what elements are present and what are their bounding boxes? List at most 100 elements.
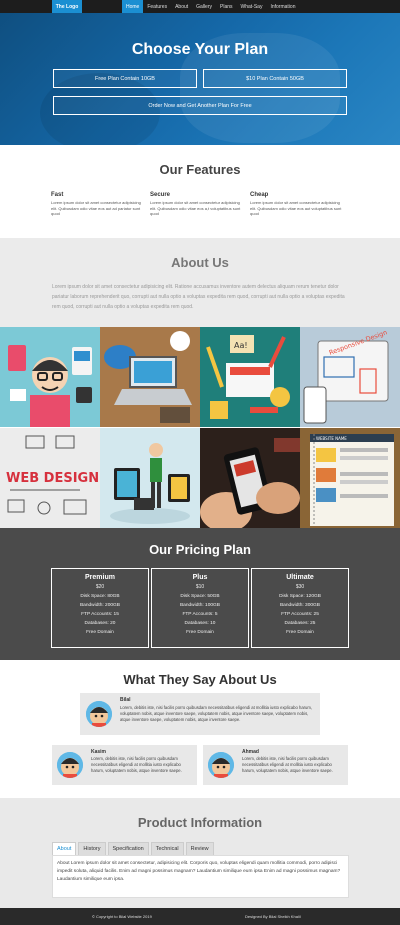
plan-feature: Databases: 20 <box>84 621 116 626</box>
gallery: Aa! Responsive Design WEB DESIGN WEBSITE… <box>0 327 400 528</box>
avatar <box>57 752 83 778</box>
plan-feature: Disk Space: 50GB <box>180 594 220 599</box>
testimonial-card-ahmad: Ahmad Lorem, debitis iste, nisi facilis … <box>203 745 348 785</box>
plan-feature: Free Domain <box>286 630 314 635</box>
plan-ultimate[interactable]: Ultimate $30 Disk Space: 120GB Bandwidth… <box>251 568 349 648</box>
testimonial-name: Ahmad <box>242 749 259 755</box>
feature-cheap: Cheap Lorem ipsum dolor sit amet consect… <box>250 192 342 217</box>
product-section: Product Information About History Specif… <box>0 798 400 908</box>
people-illustration-icon <box>8 345 92 427</box>
plan-feature: Free Domain <box>186 630 214 635</box>
feature-text: Lorem ipsum dolor sit amet consectetur a… <box>51 200 141 216</box>
svg-text:Aa!: Aa! <box>234 341 248 350</box>
gallery-image-phone[interactable] <box>200 428 300 528</box>
plan-premium[interactable]: Premium $20 Disk Space: 80GB Bandwidth: … <box>51 568 149 648</box>
nav-gallery[interactable]: Gallery <box>192 0 216 13</box>
plan-feature: Disk Space: 80GB <box>80 594 120 599</box>
footer: © Copyright to Bilal Website 2019 Design… <box>0 908 400 925</box>
gallery-image-wireframe[interactable]: WEBSITE NAME <box>300 428 400 528</box>
hero-section: Choose Your Plan Free Plan Contain 10GB … <box>0 13 400 145</box>
testimonial-name: Bilal <box>120 697 131 703</box>
tab-history[interactable]: History <box>78 842 106 855</box>
hero-title: Choose Your Plan <box>131 41 269 58</box>
footer-copyright: © Copyright to Bilal Website 2019 <box>92 914 152 919</box>
testimonial-name: Kasim <box>91 749 107 755</box>
product-tabs: About History Specification Technical Re… <box>52 842 216 855</box>
devices-figure-illustration-icon <box>100 428 200 528</box>
plan-plus[interactable]: Plus $10 Disk Space: 50GB Bandwidth: 100… <box>151 568 249 648</box>
feature-text: Lorem ipsum dolor sit amet consectetur a… <box>150 200 241 216</box>
web-design-sketch-icon: WEB DESIGN <box>0 428 100 528</box>
nav-information[interactable]: Information <box>266 0 299 13</box>
nav-home[interactable]: Home <box>122 0 144 13</box>
tab-review[interactable]: Review <box>185 842 214 855</box>
nav-links: Home Features About Gallery Plans What-S… <box>122 0 299 13</box>
product-title: Product Information <box>137 815 263 830</box>
gallery-image-laptop[interactable] <box>100 327 200 427</box>
gallery-image-devices[interactable] <box>100 428 200 528</box>
feature-title: Secure <box>150 192 171 198</box>
free-plan-button[interactable]: Free Plan Contain 10GB <box>53 69 197 88</box>
nav-about[interactable]: About <box>171 0 192 13</box>
plan-name: Plus <box>192 574 208 581</box>
plan-feature: FTP Accounts: 25 <box>281 612 319 617</box>
tab-technical[interactable]: Technical <box>150 842 184 855</box>
plan-feature: Disk Space: 120GB <box>279 594 321 599</box>
gallery-image-responsive[interactable]: Responsive Design <box>300 327 400 427</box>
plan-feature: Databases: 25 <box>284 621 316 626</box>
testimonial-card-kasim: Kasim Lorem, debitis iste, nisi facilis … <box>52 745 197 785</box>
tab-panel-text: About Lorem ipsum dolor sit amet consect… <box>52 855 349 898</box>
plan-feature: FTP Accounts: 15 <box>81 612 119 617</box>
tab-about[interactable]: About <box>52 842 77 855</box>
gallery-image-people[interactable] <box>0 327 100 427</box>
feature-text: Lorem ipsum dolor sit amet consectetur a… <box>250 200 342 216</box>
plan-feature: Databases: 10 <box>184 621 216 626</box>
logo[interactable]: The Logo <box>52 0 82 13</box>
plan-price: $30 <box>295 584 305 590</box>
design-tools-illustration-icon: Aa! <box>200 327 300 427</box>
tab-specification[interactable]: Specification <box>107 842 149 855</box>
nav-features[interactable]: Features <box>143 0 171 13</box>
website-wireframe-icon: WEBSITE NAME <box>300 428 400 528</box>
plan-price: $10 <box>195 584 205 590</box>
features-title: Our Features <box>159 162 241 177</box>
wireframe-label: WEBSITE NAME <box>316 436 347 441</box>
cartoon-avatar-icon <box>86 701 112 727</box>
gallery-image-design-tools[interactable]: Aa! <box>200 327 300 427</box>
gallery-image-web-design[interactable]: WEB DESIGN <box>0 428 100 528</box>
top-nav: The Logo Home Features About Gallery Pla… <box>0 0 400 13</box>
order-now-button[interactable]: Order Now and Get Another Plan For Free <box>53 96 347 115</box>
cartoon-avatar-icon <box>57 752 83 778</box>
about-title: About Us <box>171 255 229 270</box>
laptop-desk-photo-icon <box>100 327 200 427</box>
cartoon-avatar-icon <box>208 752 234 778</box>
testimonial-text: Lorem, debitis iste, nisi facilis porro … <box>242 756 333 773</box>
pricing-title: Our Pricing Plan <box>149 542 251 557</box>
avatar <box>86 701 112 727</box>
about-section: About Us Lorem ipsum dolor sit amet cons… <box>0 238 400 327</box>
testimonial-text: Lorem, debitis iste, nisi facilis porro … <box>91 756 182 773</box>
feature-fast: Fast Lorem ipsum dolor sit amet consecte… <box>51 192 143 217</box>
ten-dollar-plan-button[interactable]: $10 Plan Contain 50GB <box>203 69 347 88</box>
plan-feature: FTP Accounts: 5 <box>182 612 218 617</box>
testimonial-text: Lorem, debitis iste, nisi facilis porro … <box>120 705 313 722</box>
web-design-label: WEB DESIGN <box>6 471 99 486</box>
feature-title: Fast <box>51 192 64 198</box>
testimonial-card-bilal: Bilal Lorem, debitis iste, nisi facilis … <box>80 693 320 735</box>
about-text: Lorem ipsum dolor sit amet consectetur a… <box>52 284 345 310</box>
plan-price: $20 <box>95 584 105 590</box>
testimonials-title: What They Say About Us <box>123 672 277 687</box>
phone-hand-photo-icon <box>200 428 300 528</box>
plan-feature: Bandwidth: 300GB <box>279 603 320 608</box>
nav-what-say[interactable]: What-Say <box>237 0 267 13</box>
feature-secure: Secure Lorem ipsum dolor sit amet consec… <box>150 192 242 217</box>
footer-credit: Designed By Bilal Sheikh Khalil <box>245 914 301 919</box>
plan-feature: Bandwidth: 200GB <box>79 603 120 608</box>
plan-name: Ultimate <box>286 574 314 581</box>
pricing-section: Our Pricing Plan Premium $20 Disk Space:… <box>0 528 400 660</box>
plan-feature: Free Domain <box>86 630 114 635</box>
responsive-design-sketch-icon: Responsive Design <box>300 327 400 427</box>
avatar <box>208 752 234 778</box>
nav-plans[interactable]: Plans <box>216 0 237 13</box>
plan-name: Premium <box>85 574 115 581</box>
